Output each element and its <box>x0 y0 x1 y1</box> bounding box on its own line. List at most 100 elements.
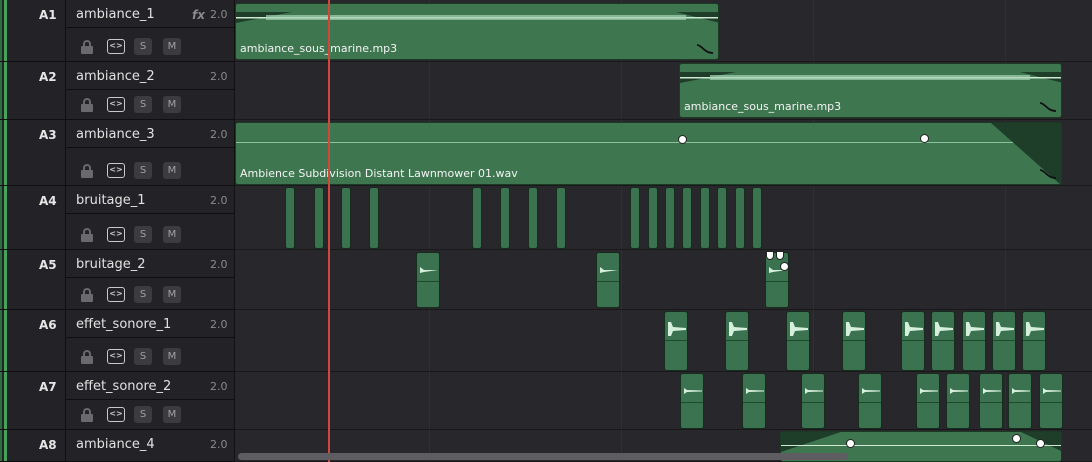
solo-button[interactable]: S <box>134 38 152 55</box>
track-volume[interactable]: 2.0 <box>210 380 228 393</box>
track-name[interactable]: effet_sonore_2 <box>76 379 171 394</box>
audio-clip[interactable] <box>992 311 1016 371</box>
track-lane-a5[interactable] <box>235 250 1092 310</box>
solo-button[interactable]: S <box>134 96 152 113</box>
lock-icon[interactable] <box>80 228 94 242</box>
mute-button[interactable]: M <box>163 162 181 179</box>
track-name[interactable]: ambiance_1 <box>76 7 155 22</box>
audio-clip[interactable] <box>901 311 925 371</box>
track-volume[interactable]: 2.0 <box>210 194 228 207</box>
keyframe-point[interactable] <box>846 439 855 448</box>
audio-clip[interactable] <box>752 187 762 249</box>
mute-button[interactable]: M <box>163 96 181 113</box>
audio-clip[interactable] <box>916 373 940 429</box>
link-button[interactable]: <> <box>107 227 125 242</box>
track-volume[interactable]: 2.0 <box>210 128 228 141</box>
track-header-a8[interactable]: A8 ambiance_4 2.0 <box>0 430 235 462</box>
fx-indicator[interactable]: fx <box>192 8 205 22</box>
audio-clip[interactable] <box>801 373 825 429</box>
solo-button[interactable]: S <box>134 162 152 179</box>
link-button[interactable]: <> <box>107 39 125 54</box>
track-header-a3[interactable]: A3 ambiance_3 2.0 <> S M <box>0 120 235 186</box>
audio-clip[interactable] <box>630 187 640 249</box>
audio-clip-a2[interactable]: ambiance_sous_marine.mp3 <box>679 63 1062 118</box>
mute-button[interactable]: M <box>163 38 181 55</box>
keyframe-point[interactable] <box>780 262 789 271</box>
audio-clip[interactable] <box>680 373 704 429</box>
audio-clip[interactable] <box>786 311 810 371</box>
track-header-a1[interactable]: A1 ambiance_1 fx 2.0 <> S M <box>0 0 235 62</box>
audio-clip[interactable] <box>556 187 566 249</box>
track-name[interactable]: effet_sonore_1 <box>76 317 171 332</box>
audio-clip[interactable] <box>341 187 351 249</box>
track-volume[interactable]: 2.0 <box>210 318 228 331</box>
audio-clip[interactable] <box>648 187 658 249</box>
audio-clip[interactable] <box>682 187 692 249</box>
audio-clip[interactable] <box>665 187 675 249</box>
link-button[interactable]: <> <box>107 163 125 178</box>
audio-clip[interactable] <box>717 187 727 249</box>
audio-clip[interactable] <box>700 187 710 249</box>
solo-button[interactable]: S <box>134 348 152 365</box>
audio-clip[interactable] <box>946 373 970 429</box>
audio-clip[interactable] <box>842 311 866 371</box>
audio-clip[interactable] <box>1022 311 1046 371</box>
audio-clip[interactable] <box>664 311 688 371</box>
mute-button[interactable]: M <box>163 406 181 423</box>
fade-handle[interactable] <box>776 251 784 260</box>
keyframe-point[interactable] <box>678 135 687 144</box>
audio-clip[interactable] <box>765 252 789 308</box>
keyframe-point[interactable] <box>920 134 929 143</box>
keyframe-point[interactable] <box>1012 434 1021 443</box>
audio-clip[interactable] <box>1008 373 1032 429</box>
audio-clip[interactable] <box>979 373 1003 429</box>
mute-button[interactable]: M <box>163 286 181 303</box>
solo-button[interactable]: S <box>134 226 152 243</box>
lock-icon[interactable] <box>80 288 94 302</box>
lock-icon[interactable] <box>80 164 94 178</box>
audio-clip[interactable] <box>369 187 379 249</box>
track-header-a5[interactable]: A5 bruitage_2 2.0 <> S M <box>0 250 235 310</box>
track-lane-a4[interactable] <box>235 186 1092 250</box>
link-button[interactable]: <> <box>107 97 125 112</box>
track-volume[interactable]: 2.0 <box>210 70 228 83</box>
audio-clip-a3[interactable]: Ambience Subdivision Distant Lawnmower 0… <box>235 122 1062 185</box>
track-header-a7[interactable]: A7 effet_sonore_2 2.0 <> S M <box>0 372 235 430</box>
mute-button[interactable]: M <box>163 348 181 365</box>
audio-clip[interactable] <box>314 187 324 249</box>
track-name[interactable]: bruitage_2 <box>76 257 146 272</box>
audio-clip[interactable] <box>528 187 538 249</box>
solo-button[interactable]: S <box>134 406 152 423</box>
lock-icon[interactable] <box>80 408 94 422</box>
solo-button[interactable]: S <box>134 286 152 303</box>
track-header-a2[interactable]: A2 ambiance_2 2.0 <> S M <box>0 62 235 120</box>
audio-clip[interactable] <box>285 187 295 249</box>
audio-clip[interactable] <box>596 252 620 308</box>
track-name[interactable]: bruitage_1 <box>76 193 146 208</box>
fade-handle[interactable] <box>766 251 774 260</box>
track-volume[interactable]: 2.0 <box>210 258 228 271</box>
track-volume[interactable]: 2.0 <box>210 8 228 21</box>
link-button[interactable]: <> <box>107 349 125 364</box>
playhead[interactable] <box>328 0 330 462</box>
audio-clip[interactable] <box>742 373 766 429</box>
audio-clip-a1[interactable]: ambiance_sous_marine.mp3 <box>235 3 719 60</box>
mute-button[interactable]: M <box>163 226 181 243</box>
audio-clip[interactable] <box>500 187 510 249</box>
audio-clip[interactable] <box>858 373 882 429</box>
audio-clip[interactable] <box>962 311 986 371</box>
audio-clip[interactable] <box>1039 373 1063 429</box>
track-name[interactable]: ambiance_3 <box>76 127 155 142</box>
lock-icon[interactable] <box>80 40 94 54</box>
timeline-area[interactable]: ambiance_sous_marine.mp3 ambiance_sous_m… <box>235 0 1092 462</box>
track-header-a6[interactable]: A6 effet_sonore_1 2.0 <> S M <box>0 310 235 372</box>
track-name[interactable]: ambiance_4 <box>76 437 155 452</box>
link-button[interactable]: <> <box>107 287 125 302</box>
lock-icon[interactable] <box>80 98 94 112</box>
audio-clip[interactable] <box>735 187 745 249</box>
track-volume[interactable]: 2.0 <box>210 438 228 451</box>
track-name[interactable]: ambiance_2 <box>76 69 155 84</box>
lock-icon[interactable] <box>80 350 94 364</box>
audio-clip[interactable] <box>416 252 440 308</box>
audio-clip[interactable] <box>931 311 955 371</box>
